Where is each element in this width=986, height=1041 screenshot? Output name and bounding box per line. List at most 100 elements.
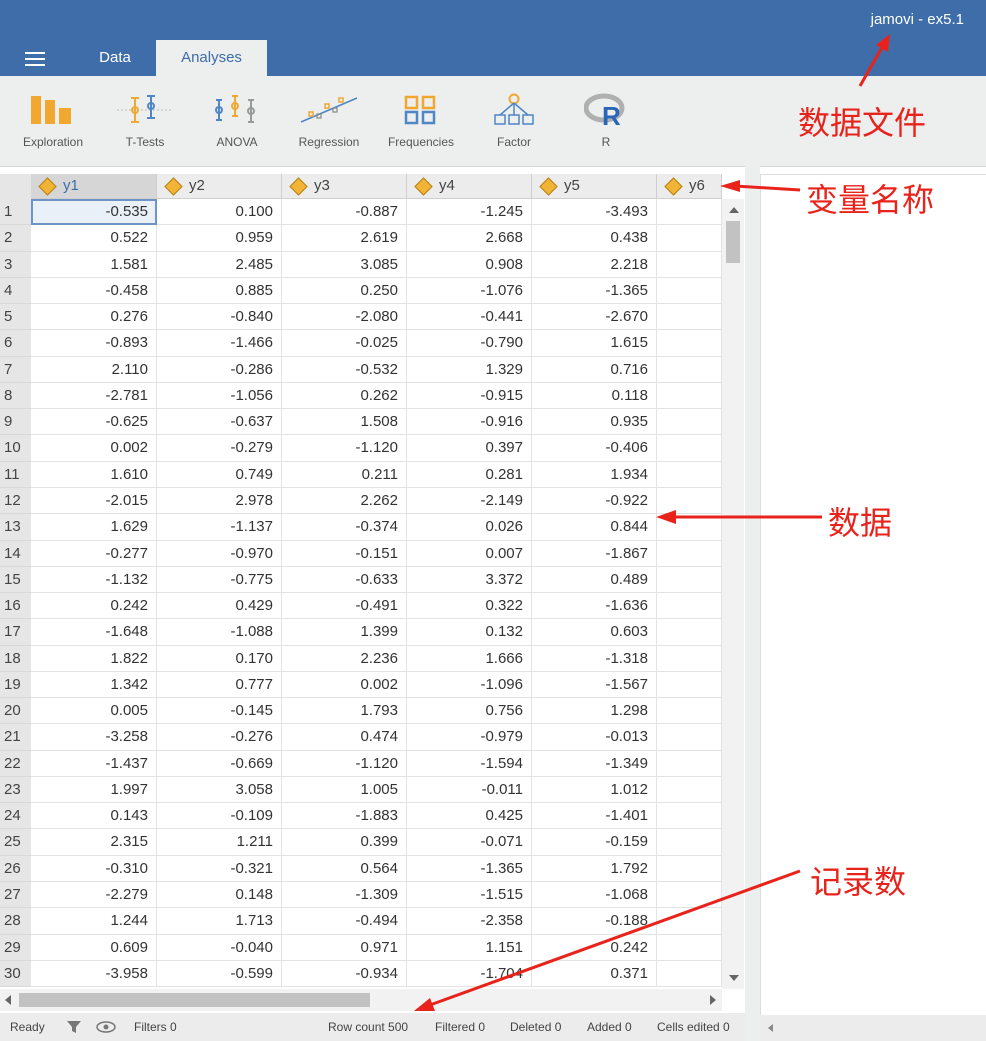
- data-cell[interactable]: 0.959: [157, 225, 282, 252]
- data-cell[interactable]: 0.908: [407, 251, 532, 278]
- data-cell[interactable]: -0.915: [407, 382, 532, 410]
- data-cell[interactable]: 3.085: [282, 251, 407, 278]
- data-cell[interactable]: 1.151: [407, 934, 532, 961]
- data-cell[interactable]: [657, 671, 722, 699]
- row-number[interactable]: 11: [0, 461, 31, 488]
- row-number[interactable]: 27: [0, 882, 31, 909]
- results-scrollbar[interactable]: [760, 1015, 986, 1041]
- data-cell[interactable]: -1.076: [407, 277, 532, 305]
- data-cell[interactable]: 0.749: [157, 461, 282, 488]
- data-cell[interactable]: -0.159: [532, 829, 657, 856]
- factor-button[interactable]: Factor: [469, 90, 559, 160]
- data-cell[interactable]: 2.619: [282, 225, 407, 252]
- row-number[interactable]: 29: [0, 934, 31, 961]
- row-number[interactable]: 22: [0, 750, 31, 777]
- data-cell[interactable]: -0.011: [407, 776, 532, 804]
- data-cell[interactable]: [657, 645, 722, 672]
- data-cell[interactable]: [657, 750, 722, 777]
- row-number[interactable]: 23: [0, 776, 31, 804]
- data-cell[interactable]: -2.670: [532, 304, 657, 331]
- data-cell[interactable]: -1.365: [407, 855, 532, 883]
- horizontal-scrollbar[interactable]: [0, 989, 722, 1011]
- data-cell[interactable]: 1.399: [282, 619, 407, 646]
- data-cell[interactable]: -0.145: [157, 698, 282, 725]
- data-cell[interactable]: 2.668: [407, 225, 532, 252]
- data-cell[interactable]: -1.137: [157, 514, 282, 541]
- data-cell[interactable]: [657, 382, 722, 410]
- data-cell[interactable]: 0.756: [407, 698, 532, 725]
- data-cell[interactable]: -0.916: [407, 409, 532, 436]
- row-number[interactable]: 9: [0, 409, 31, 436]
- data-cell[interactable]: -0.276: [157, 724, 282, 751]
- data-cell[interactable]: -1.401: [532, 803, 657, 830]
- row-number[interactable]: 18: [0, 645, 31, 672]
- data-cell[interactable]: -1.365: [532, 277, 657, 305]
- data-cell[interactable]: -2.279: [31, 882, 157, 909]
- data-cell[interactable]: 2.485: [157, 251, 282, 278]
- data-cell[interactable]: -0.887: [282, 199, 407, 226]
- data-cell[interactable]: -1.318: [532, 645, 657, 672]
- data-cell[interactable]: -0.625: [31, 409, 157, 436]
- data-cell[interactable]: 0.002: [282, 671, 407, 699]
- row-number[interactable]: 5: [0, 304, 31, 331]
- data-cell[interactable]: 1.298: [532, 698, 657, 725]
- data-cell[interactable]: -1.056: [157, 382, 282, 410]
- r-button[interactable]: R R: [561, 90, 651, 160]
- data-cell[interactable]: 0.564: [282, 855, 407, 883]
- data-cell[interactable]: -0.494: [282, 908, 407, 935]
- data-cell[interactable]: -1.120: [282, 435, 407, 462]
- data-cell[interactable]: [657, 882, 722, 909]
- data-cell[interactable]: 0.425: [407, 803, 532, 830]
- column-header-y1[interactable]: y1: [31, 174, 157, 199]
- data-cell[interactable]: -2.015: [31, 487, 157, 515]
- data-cell[interactable]: -1.515: [407, 882, 532, 909]
- data-cell[interactable]: [657, 908, 722, 935]
- data-cell[interactable]: -0.922: [532, 487, 657, 515]
- data-cell[interactable]: [657, 199, 722, 226]
- data-cell[interactable]: 0.777: [157, 671, 282, 699]
- tab-data[interactable]: Data: [80, 40, 150, 76]
- data-cell[interactable]: -2.149: [407, 487, 532, 515]
- data-cell[interactable]: 0.132: [407, 619, 532, 646]
- data-cell[interactable]: -0.637: [157, 409, 282, 436]
- data-cell[interactable]: -0.599: [157, 960, 282, 988]
- data-cell[interactable]: [657, 724, 722, 751]
- data-cell[interactable]: 0.211: [282, 461, 407, 488]
- data-cell[interactable]: -1.309: [282, 882, 407, 909]
- data-cell[interactable]: -1.867: [532, 540, 657, 567]
- data-cell[interactable]: [657, 566, 722, 594]
- row-number[interactable]: 30: [0, 960, 31, 988]
- data-cell[interactable]: 2.110: [31, 356, 157, 383]
- row-number[interactable]: 24: [0, 803, 31, 830]
- data-cell[interactable]: 0.844: [532, 514, 657, 541]
- data-cell[interactable]: [657, 593, 722, 620]
- row-number[interactable]: 20: [0, 698, 31, 725]
- data-cell[interactable]: [657, 330, 722, 357]
- data-cell[interactable]: -0.040: [157, 934, 282, 961]
- row-number[interactable]: 8: [0, 382, 31, 410]
- data-cell[interactable]: [657, 409, 722, 436]
- data-cell[interactable]: 1.666: [407, 645, 532, 672]
- data-cell[interactable]: 1.012: [532, 776, 657, 804]
- data-cell[interactable]: -1.437: [31, 750, 157, 777]
- data-cell[interactable]: -0.893: [31, 330, 157, 357]
- data-cell[interactable]: -0.669: [157, 750, 282, 777]
- data-cell[interactable]: -1.349: [532, 750, 657, 777]
- data-cell[interactable]: -0.109: [157, 803, 282, 830]
- data-cell[interactable]: -0.188: [532, 908, 657, 935]
- row-number[interactable]: 28: [0, 908, 31, 935]
- data-cell[interactable]: 0.250: [282, 277, 407, 305]
- data-cell[interactable]: [657, 435, 722, 462]
- column-header-y3[interactable]: y3: [282, 174, 407, 199]
- data-cell[interactable]: -0.979: [407, 724, 532, 751]
- data-cell[interactable]: 1.005: [282, 776, 407, 804]
- data-cell[interactable]: 1.629: [31, 514, 157, 541]
- data-cell[interactable]: 0.322: [407, 593, 532, 620]
- data-cell[interactable]: [657, 356, 722, 383]
- eye-icon[interactable]: [96, 1021, 116, 1033]
- data-cell[interactable]: 3.372: [407, 566, 532, 594]
- data-cell[interactable]: 0.276: [31, 304, 157, 331]
- row-number[interactable]: 19: [0, 671, 31, 699]
- menu-icon[interactable]: [25, 52, 45, 66]
- data-cell[interactable]: -0.633: [282, 566, 407, 594]
